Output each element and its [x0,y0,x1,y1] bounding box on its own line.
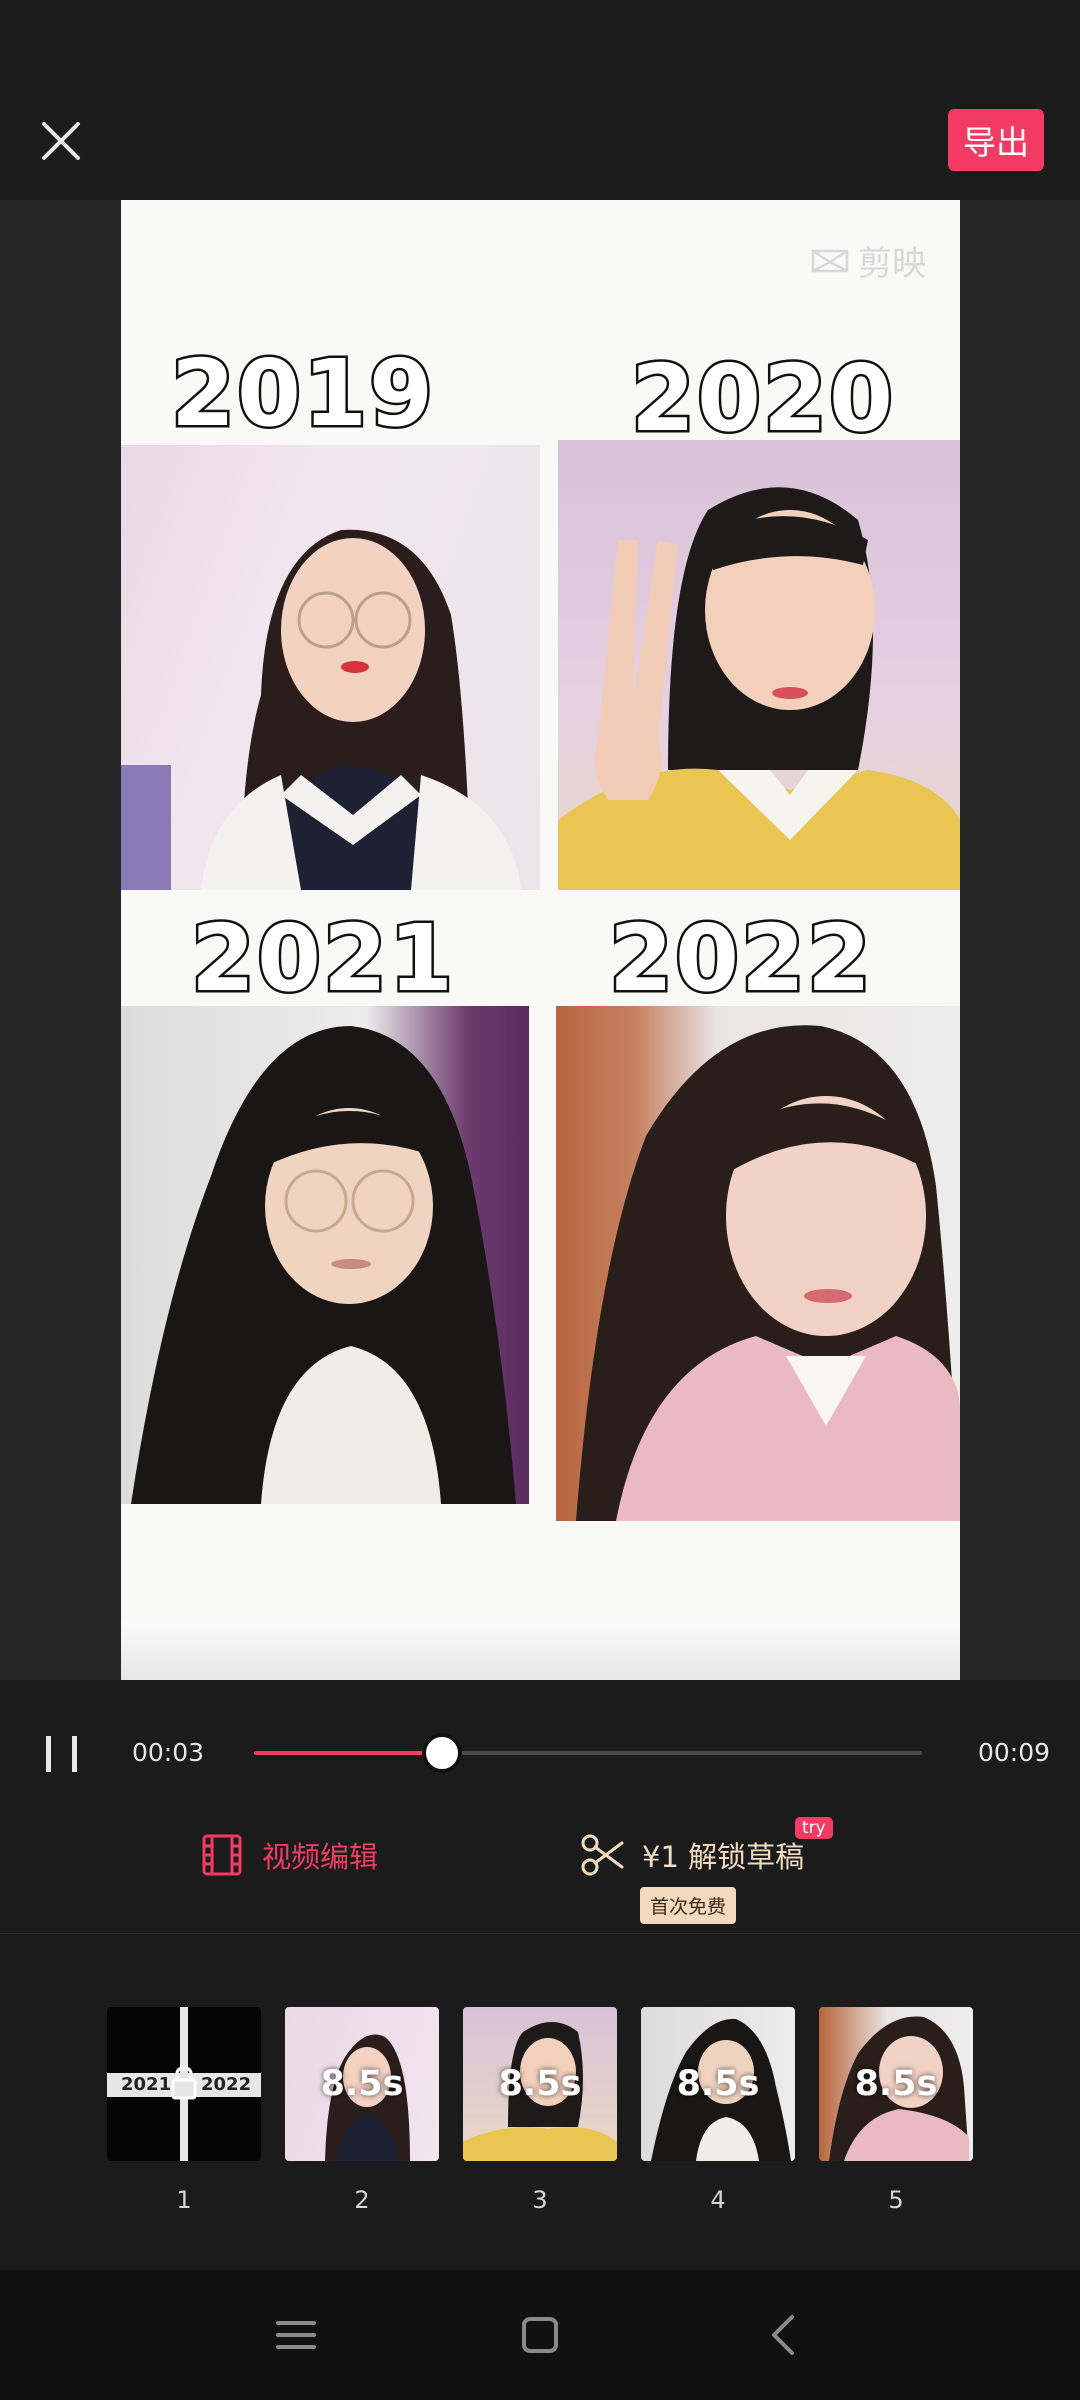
photo-2020 [558,440,960,890]
progress-fill [254,1751,440,1755]
clip-1[interactable]: 2021 2022 [107,2007,261,2161]
unlock-draft-label: ¥1 解锁草稿 [642,1840,805,1874]
clip-2-number: 2 [354,2186,370,2214]
clip-4-number: 4 [710,2186,726,2214]
clip-2-duration: 8.5s [320,2064,404,2104]
clip-5-duration: 8.5s [854,2064,938,2104]
lock-icon [171,2066,197,2100]
clip-3-number: 3 [532,2186,548,2214]
home-button[interactable] [510,2305,570,2365]
clip-3[interactable]: 8.5s [463,2007,617,2161]
video-edit-label: 视频编辑 [262,1840,379,1874]
export-button[interactable]: 导出 [948,109,1044,171]
top-bar [0,0,1080,200]
pause-button[interactable] [42,1736,82,1772]
first-free-badge: 首次免费 [640,1887,737,1924]
video-preview[interactable]: 剪映 2019 2020 2021 2022 [121,200,960,1680]
clip-4[interactable]: 8.5s [641,2007,795,2161]
year-2019-label: 2019 [168,338,436,450]
watermark: 剪映 [810,236,926,285]
year-2020-label: 2020 [628,343,896,455]
progress-slider[interactable] [254,1733,922,1773]
clip-2[interactable]: 8.5s [285,2007,439,2161]
photo-2022 [556,1006,960,1521]
video-edit-button[interactable]: 视频编辑 [200,1833,378,1877]
menu-button[interactable] [266,2305,326,2365]
pause-icon-bar-right [72,1736,77,1772]
close-button[interactable] [30,110,94,174]
back-button[interactable] [754,2305,814,2365]
home-icon [522,2317,558,2353]
pause-icon-bar-left [46,1736,51,1772]
clip-5-number: 5 [888,2186,904,2214]
try-badge: try [795,1817,833,1839]
scissors-icon [581,1834,624,1876]
unlock-draft-button[interactable]: ¥1 解锁草稿 [580,1833,804,1877]
clip1-year-left: 2021 [121,2074,172,2095]
photo-2021 [121,1006,529,1504]
preview-bottom-edge [121,1620,960,1680]
progress-thumb[interactable] [421,1733,462,1773]
watermark-text: 剪映 [858,244,926,284]
clip-4-duration: 8.5s [676,2064,760,2104]
photo-2019 [121,445,540,890]
total-time: 00:09 [978,1738,1051,1767]
film-icon [202,1834,242,1876]
capcut-logo-icon [811,249,849,272]
clip1-year-right: 2022 [201,2074,252,2095]
back-icon [772,2315,794,2355]
year-2022-label: 2022 [606,903,874,1015]
menu-icon [276,2321,316,2349]
clip-5[interactable]: 8.5s [819,2007,973,2161]
current-time: 00:03 [132,1738,205,1767]
playback-bar [0,1680,1080,1930]
year-2021-label: 2021 [188,903,456,1015]
clip-1-number: 1 [176,2186,192,2214]
clip-3-duration: 8.5s [498,2064,582,2104]
close-icon [42,122,80,160]
